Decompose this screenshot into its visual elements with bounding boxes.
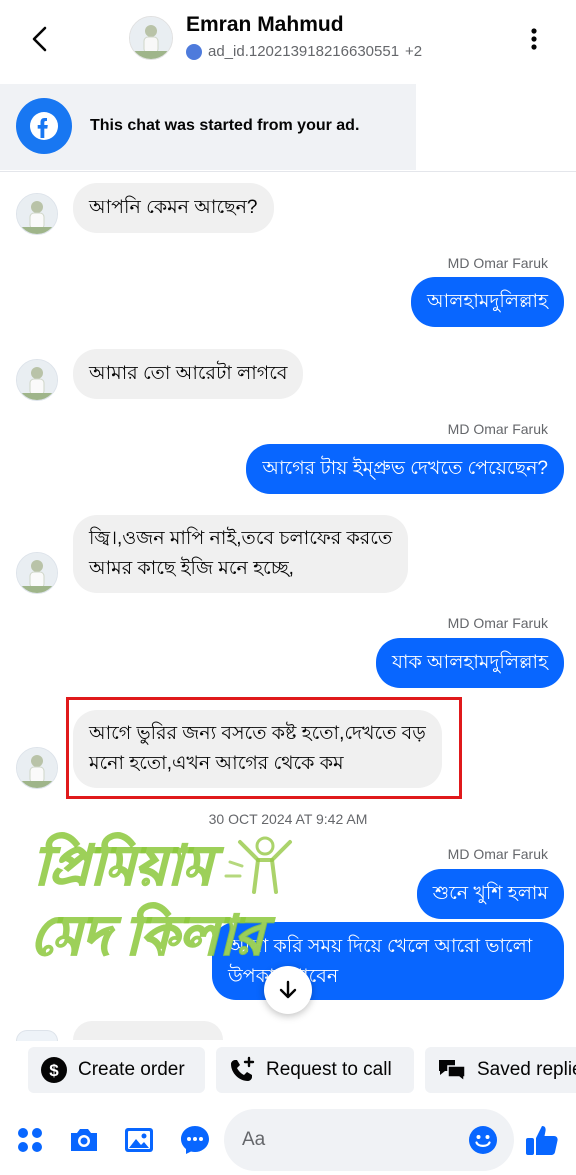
messenger-chat-icon[interactable]	[177, 1122, 213, 1158]
watermark-figure-icon	[224, 836, 292, 894]
ad-origin-banner: This chat was started from your ad.	[0, 84, 416, 170]
message-timestamp: 30 OCT 2024 AT 9:42 AM	[208, 811, 368, 827]
more-options-icon[interactable]	[522, 22, 546, 56]
message-text: শুনে খুশি হলাম	[432, 883, 548, 904]
dollar-icon: $	[41, 1057, 67, 1083]
contact-avatar-small[interactable]	[16, 552, 58, 594]
sender-name: MD Omar Faruk	[447, 421, 548, 437]
create-order-chip[interactable]: $ Create order	[28, 1047, 205, 1093]
message-bubble-outgoing[interactable]: আগের টায় ইম্প্রুভ দেখতে পেয়েছেন?	[246, 444, 564, 494]
message-text: যাক আলহামদুলিল্লাহ	[392, 652, 548, 673]
watermark-text: প্রিমিয়াম	[33, 835, 214, 897]
svg-text:$: $	[49, 1061, 59, 1080]
camera-icon[interactable]	[66, 1122, 102, 1158]
header-divider	[0, 171, 576, 172]
emoji-icon[interactable]	[468, 1125, 498, 1155]
saved-replies-chip[interactable]: Saved replies	[425, 1047, 576, 1093]
ad-origin-text: This chat was started from your ad.	[90, 117, 360, 134]
message-input-placeholder: Aa	[242, 1129, 266, 1150]
chip-label: Create order	[78, 1059, 185, 1080]
facebook-logo-icon	[16, 98, 72, 154]
contact-avatar[interactable]	[129, 16, 173, 60]
message-text-line: আমর কাছে ইজি মনে হচ্ছে,	[89, 558, 294, 579]
sender-name: MD Omar Faruk	[447, 615, 548, 631]
contact-avatar-small[interactable]	[16, 359, 58, 401]
ad-id-label: ad_id.120213918216630551	[208, 43, 400, 60]
phone-plus-icon	[231, 1056, 255, 1081]
message-bubble-incoming[interactable]: জ্বি।,ওজন মাপি নাই,তবে চলাফের করতে আমর ক…	[73, 515, 409, 593]
scroll-to-bottom-button[interactable]	[264, 966, 312, 1014]
message-bubble-outgoing[interactable]: যাক আলহামদুলিল্লাহ	[376, 638, 564, 688]
message-text: আলহামদুলিল্লাহ	[427, 291, 548, 312]
message-input[interactable]: Aa	[224, 1109, 514, 1171]
photo-gallery-icon[interactable]	[121, 1122, 157, 1158]
message-text: আপনি কেমন আছেন?	[89, 197, 258, 218]
like-thumb-icon[interactable]	[522, 1120, 562, 1160]
sender-name: MD Omar Faruk	[447, 846, 548, 862]
message-bubble-incoming[interactable]: আপনি কেমন আছেন?	[73, 183, 274, 233]
arrow-down-icon	[279, 980, 297, 999]
message-bubble-incoming[interactable]: আমার তো আরেটা লাগবে	[73, 349, 304, 399]
ad-status-icon	[186, 43, 202, 60]
contact-name[interactable]: Emran Mahmud	[186, 13, 344, 37]
message-text-line: জ্বি।,ওজন মাপি নাই,তবে চলাফের করতে	[89, 528, 393, 549]
highlight-box	[66, 697, 462, 799]
contact-avatar-small[interactable]	[16, 747, 58, 789]
message-text-line: আসা করি সময় দিয়ে খেলে আরো ভালো	[228, 936, 533, 957]
quick-actions-bar: $ Create order Request to call Saved rep…	[0, 1040, 576, 1100]
chat-header: Emran Mahmud ad_id.120213918216630551 +2	[0, 0, 576, 80]
apps-grid-icon[interactable]	[12, 1122, 48, 1158]
message-bubble-incoming-partial	[73, 1021, 223, 1040]
extra-count: +2	[405, 43, 423, 60]
contact-subtitle: ad_id.120213918216630551 +2	[186, 43, 422, 60]
message-bubble-outgoing[interactable]: আলহামদুলিল্লাহ	[411, 277, 564, 327]
message-text: আগের টায় ইম্প্রুভ দেখতে পেয়েছেন?	[262, 458, 548, 479]
request-to-call-chip[interactable]: Request to call	[216, 1047, 414, 1093]
chip-label: Saved replies	[477, 1059, 576, 1080]
message-text: আমার তো আরেটা লাগবে	[89, 363, 288, 384]
contact-avatar-small[interactable]	[16, 193, 58, 235]
saved-replies-icon	[439, 1060, 466, 1083]
back-arrow-icon[interactable]	[24, 22, 58, 56]
message-bubble-outgoing[interactable]: শুনে খুশি হলাম	[416, 869, 564, 919]
chip-label: Request to call	[266, 1059, 392, 1080]
sender-name: MD Omar Faruk	[447, 255, 548, 271]
